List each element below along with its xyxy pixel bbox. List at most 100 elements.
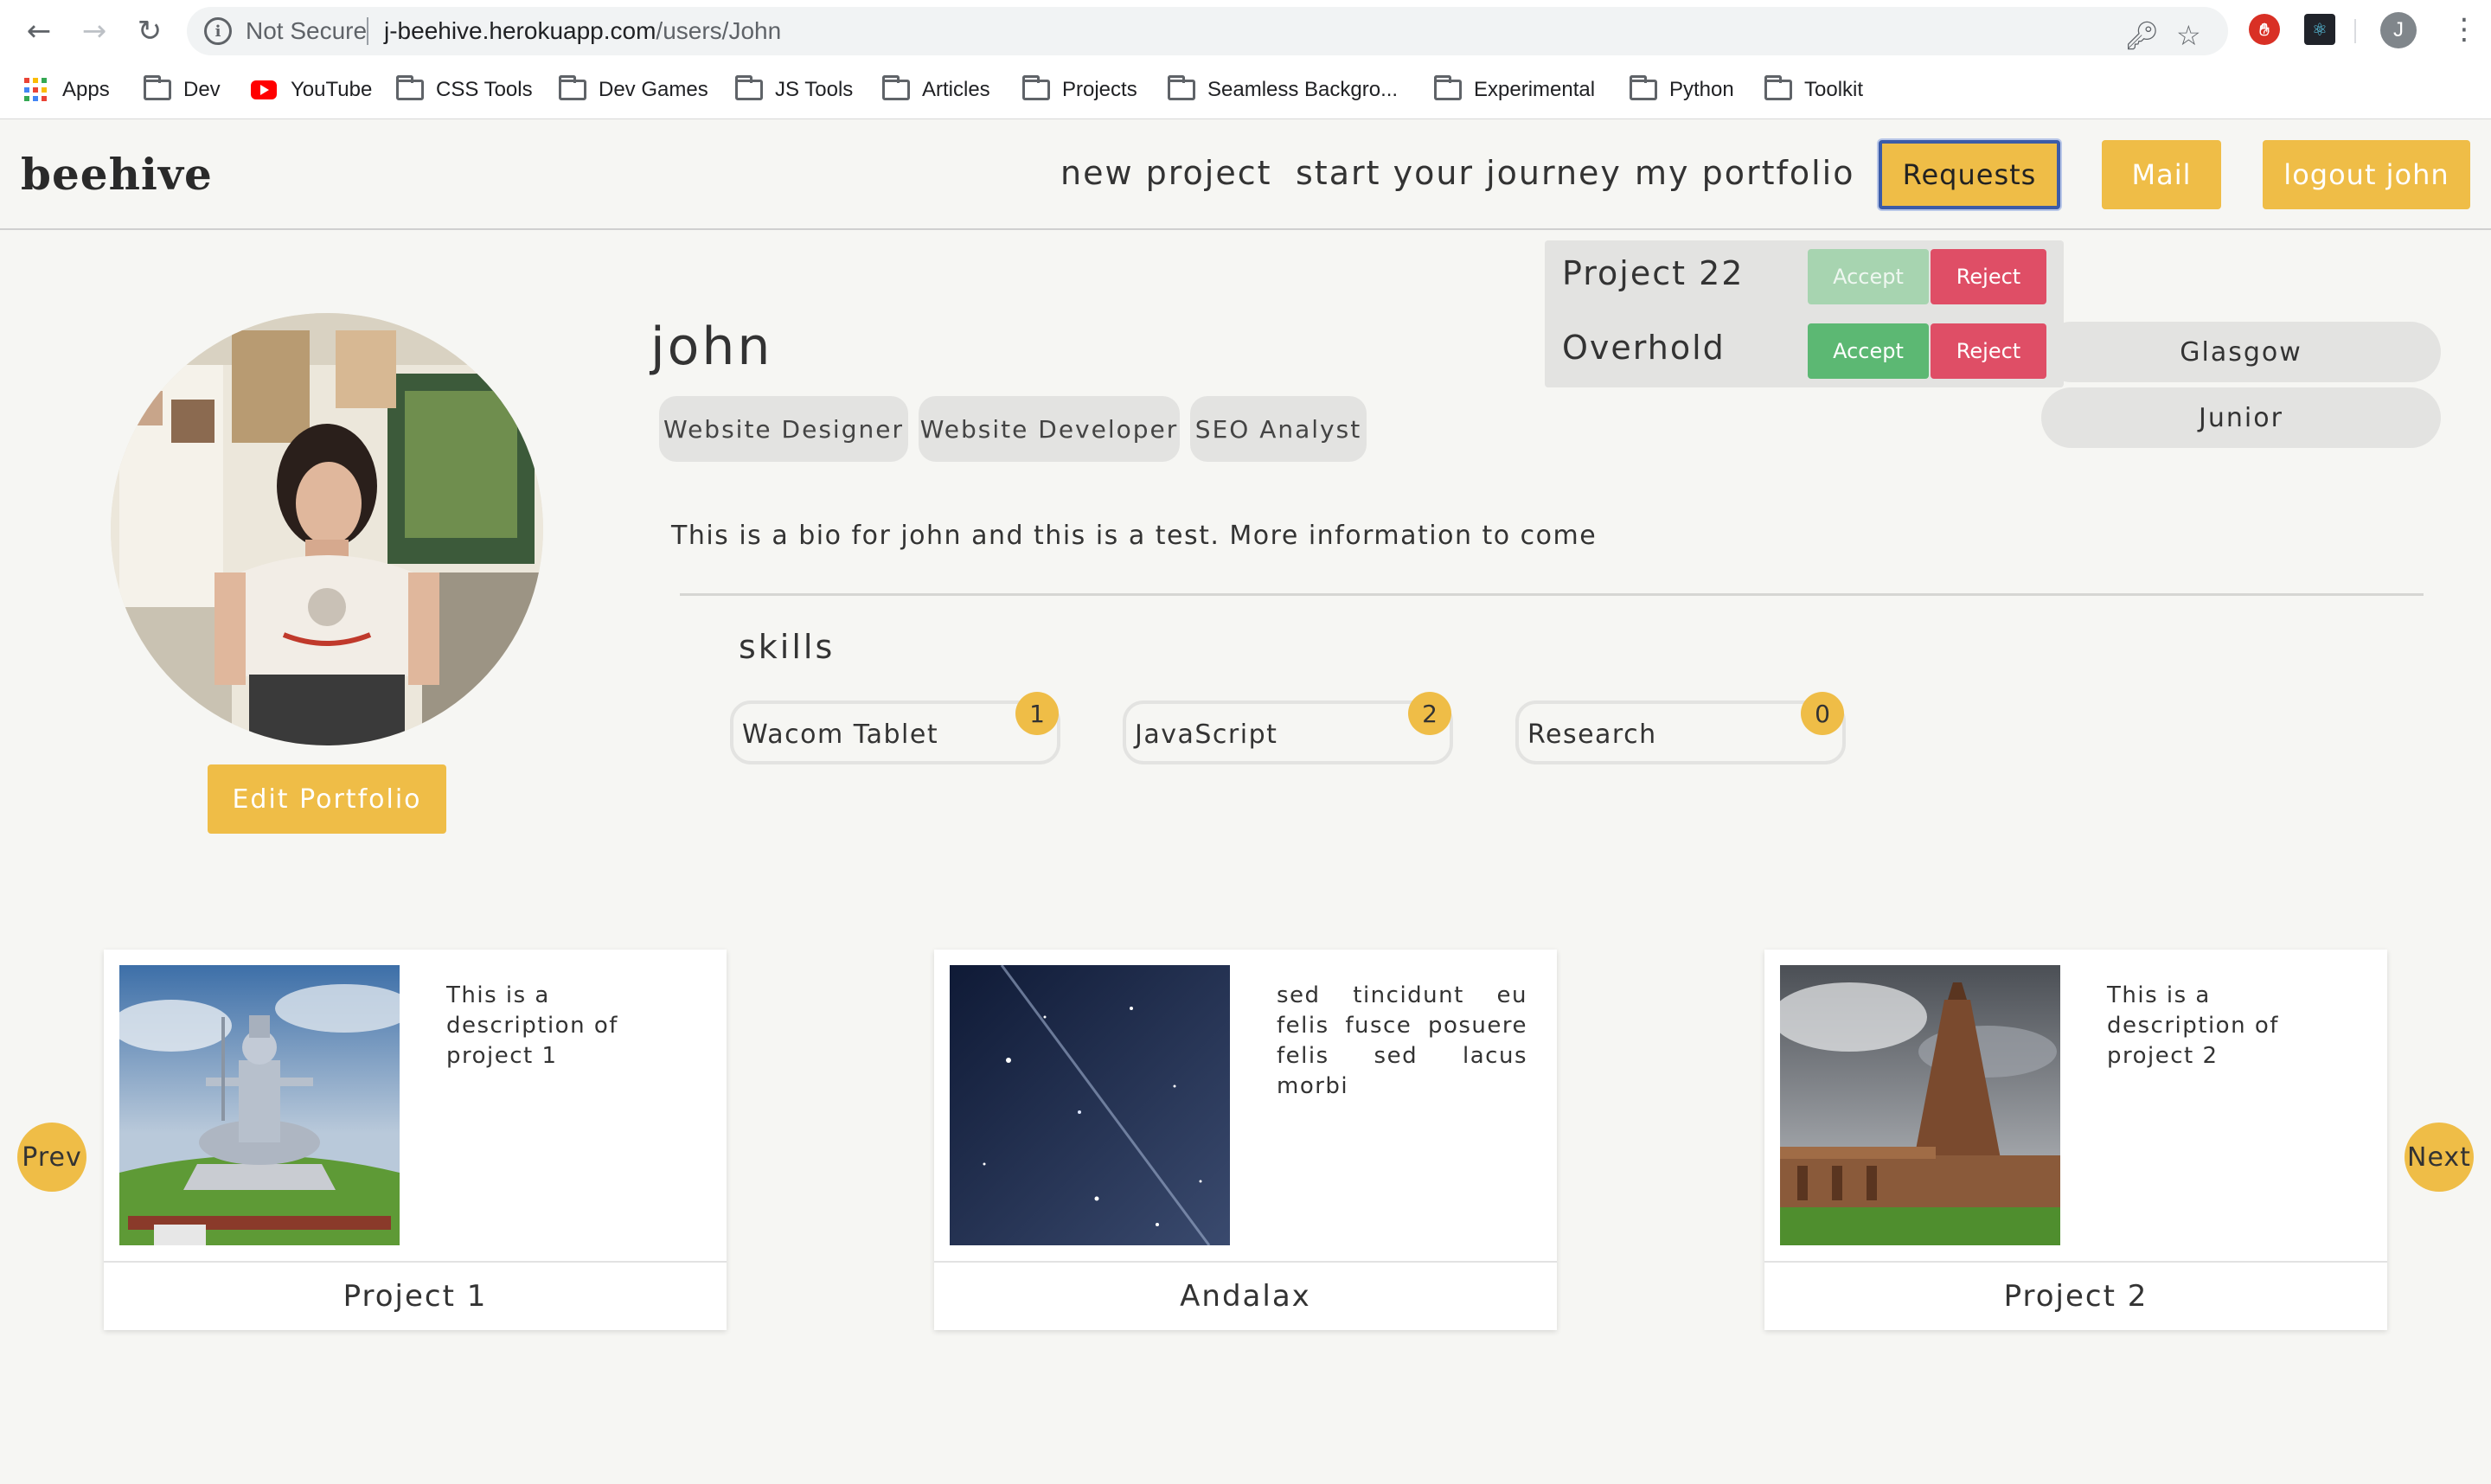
- bookmark-label: Experimental: [1474, 78, 1596, 101]
- menu-icon[interactable]: ⋮: [2449, 12, 2479, 47]
- profile-bio: This is a bio for john and this is a tes…: [671, 521, 1598, 551]
- folder-icon: [144, 75, 171, 100]
- role-tag: Website Designer: [659, 396, 908, 462]
- role-tag: Website Developer: [919, 396, 1180, 462]
- project-thumbnail: [950, 965, 1230, 1245]
- request-project-name: Overhold: [1562, 329, 1726, 367]
- bookmark-label: JS Tools: [775, 78, 854, 101]
- nav-start-your-journey[interactable]: start your journey: [1296, 154, 1622, 192]
- request-row: Project 22 Accept Reject: [1545, 240, 2064, 313]
- bookmark-label: CSS Tools: [436, 78, 533, 101]
- bookmark-label: Articles: [922, 78, 990, 101]
- requests-dropdown: Project 22 Accept Reject Overhold Accept…: [1545, 240, 2064, 387]
- key-icon[interactable]: 🔑︎: [2124, 19, 2160, 52]
- bookmark-python[interactable]: Python: [1630, 74, 1734, 106]
- skill-label: Wacom Tablet: [742, 720, 939, 750]
- bookmark-youtube[interactable]: YouTube: [251, 74, 372, 106]
- youtube-icon: [251, 80, 277, 99]
- bookmark-label: Seamless Backgro...: [1207, 78, 1399, 101]
- skill-label: JavaScript: [1135, 720, 1278, 750]
- nav-my-portfolio[interactable]: my portfolio: [1635, 154, 1854, 192]
- skill-chip-javascript: JavaScript 2: [1123, 692, 1453, 764]
- profile-avatar-photo: [111, 313, 543, 745]
- browser-chrome: ← → ↻ i Not Secure j-beehive.herokuapp.c…: [0, 0, 2491, 119]
- folder-icon: [1630, 75, 1657, 100]
- bookmark-dev-games[interactable]: Dev Games: [559, 74, 708, 106]
- skill-chip-wacom-tablet: Wacom Tablet 1: [730, 692, 1060, 764]
- folder-icon: [396, 75, 424, 100]
- reload-icon[interactable]: ↻: [128, 12, 171, 50]
- requests-button[interactable]: Requests: [1879, 140, 2060, 209]
- section-divider: [680, 593, 2424, 596]
- carousel-prev-button[interactable]: Prev: [17, 1123, 86, 1192]
- accept-button[interactable]: Accept: [1808, 323, 1929, 379]
- bookmark-label: YouTube: [291, 78, 373, 101]
- project-thumbnail: [1780, 965, 2060, 1245]
- toolbar-separator: [2354, 19, 2356, 43]
- react-devtools-icon[interactable]: ⚛︎: [2304, 14, 2335, 45]
- folder-icon: [735, 75, 763, 100]
- url-text[interactable]: j-beehive.herokuapp.com/users/John: [384, 17, 781, 45]
- project-title[interactable]: Project 1: [104, 1261, 727, 1330]
- request-project-name: Project 22: [1562, 254, 1745, 292]
- skill-count-badge: 1: [1015, 692, 1059, 735]
- address-separator: [367, 17, 368, 45]
- carousel-next-button[interactable]: Next: [2405, 1123, 2474, 1192]
- mail-button[interactable]: Mail: [2102, 140, 2221, 209]
- folder-icon: [1764, 75, 1792, 100]
- reject-button[interactable]: Reject: [1931, 249, 2046, 304]
- bookmark-experimental[interactable]: Experimental: [1434, 74, 1595, 106]
- reject-button[interactable]: Reject: [1931, 323, 2046, 379]
- level-pill: Junior: [2041, 387, 2441, 448]
- project-description: This is a description of project 2: [2107, 982, 2279, 1069]
- project-card[interactable]: This is a description of project 1 Proje…: [104, 950, 727, 1330]
- bookmark-toolkit[interactable]: Toolkit: [1764, 74, 1863, 106]
- folder-icon: [1168, 75, 1195, 100]
- skills-title: skills: [739, 628, 836, 666]
- bookmark-dev[interactable]: Dev: [144, 74, 221, 106]
- bookmark-label: Python: [1669, 78, 1734, 101]
- site-header: beehive new project start your journey m…: [0, 119, 2491, 230]
- skill-count-badge: 2: [1408, 692, 1451, 735]
- location-pill: Glasgow: [2041, 322, 2441, 382]
- address-bar[interactable]: i Not Secure j-beehive.herokuapp.com/use…: [187, 7, 2228, 55]
- url-path: /users/John: [656, 17, 782, 44]
- project-title[interactable]: Project 2: [1764, 1261, 2387, 1330]
- project-card[interactable]: sed tincidunt eu felis fusce posuere fel…: [934, 950, 1557, 1330]
- bookmark-label: Projects: [1062, 78, 1137, 101]
- bookmark-label: Toolkit: [1804, 78, 1864, 101]
- folder-icon: [559, 75, 586, 100]
- skill-label: Research: [1527, 720, 1657, 750]
- bookmark-seamless-backgrounds[interactable]: Seamless Backgro...: [1168, 74, 1398, 106]
- skill-chip-research: Research 0: [1515, 692, 1846, 764]
- project-title[interactable]: Andalax: [934, 1261, 1557, 1330]
- url-host: j-beehive.herokuapp.com: [384, 17, 656, 44]
- security-label: Not Secure: [246, 17, 368, 44]
- bookmark-label: Dev Games: [599, 78, 708, 101]
- bookmark-articles[interactable]: Articles: [882, 74, 990, 106]
- site-logo[interactable]: beehive: [21, 149, 213, 200]
- nav-new-project[interactable]: new project: [1060, 154, 1272, 192]
- bookmark-css-tools[interactable]: CSS Tools: [396, 74, 533, 106]
- logout-button[interactable]: logout john: [2263, 140, 2470, 209]
- project-description: This is a description of project 1: [446, 982, 618, 1069]
- project-thumbnail: [119, 965, 400, 1245]
- bookmark-js-tools[interactable]: JS Tools: [735, 74, 853, 106]
- request-row: Overhold Accept Reject: [1545, 315, 2064, 387]
- bookmark-star-icon[interactable]: ☆: [2176, 19, 2201, 52]
- project-card[interactable]: This is a description of project 2 Proje…: [1764, 950, 2387, 1330]
- folder-icon: [1434, 75, 1462, 100]
- folder-icon: [1022, 75, 1050, 100]
- profile-avatar[interactable]: J: [2380, 12, 2417, 48]
- info-icon[interactable]: i: [204, 17, 232, 45]
- forward-icon[interactable]: →: [73, 12, 116, 50]
- accept-button[interactable]: Accept: [1808, 249, 1929, 304]
- apps-grid-icon: [24, 78, 48, 102]
- bookmark-projects[interactable]: Projects: [1022, 74, 1137, 106]
- edit-portfolio-button[interactable]: Edit Portfolio: [208, 764, 446, 834]
- back-icon[interactable]: ←: [17, 12, 61, 50]
- adblock-extension-icon[interactable]: ✋︎: [2249, 14, 2280, 45]
- role-tag: SEO Analyst: [1190, 396, 1367, 462]
- bookmark-label: Dev: [183, 78, 221, 101]
- bookmark-apps[interactable]: Apps: [24, 74, 110, 106]
